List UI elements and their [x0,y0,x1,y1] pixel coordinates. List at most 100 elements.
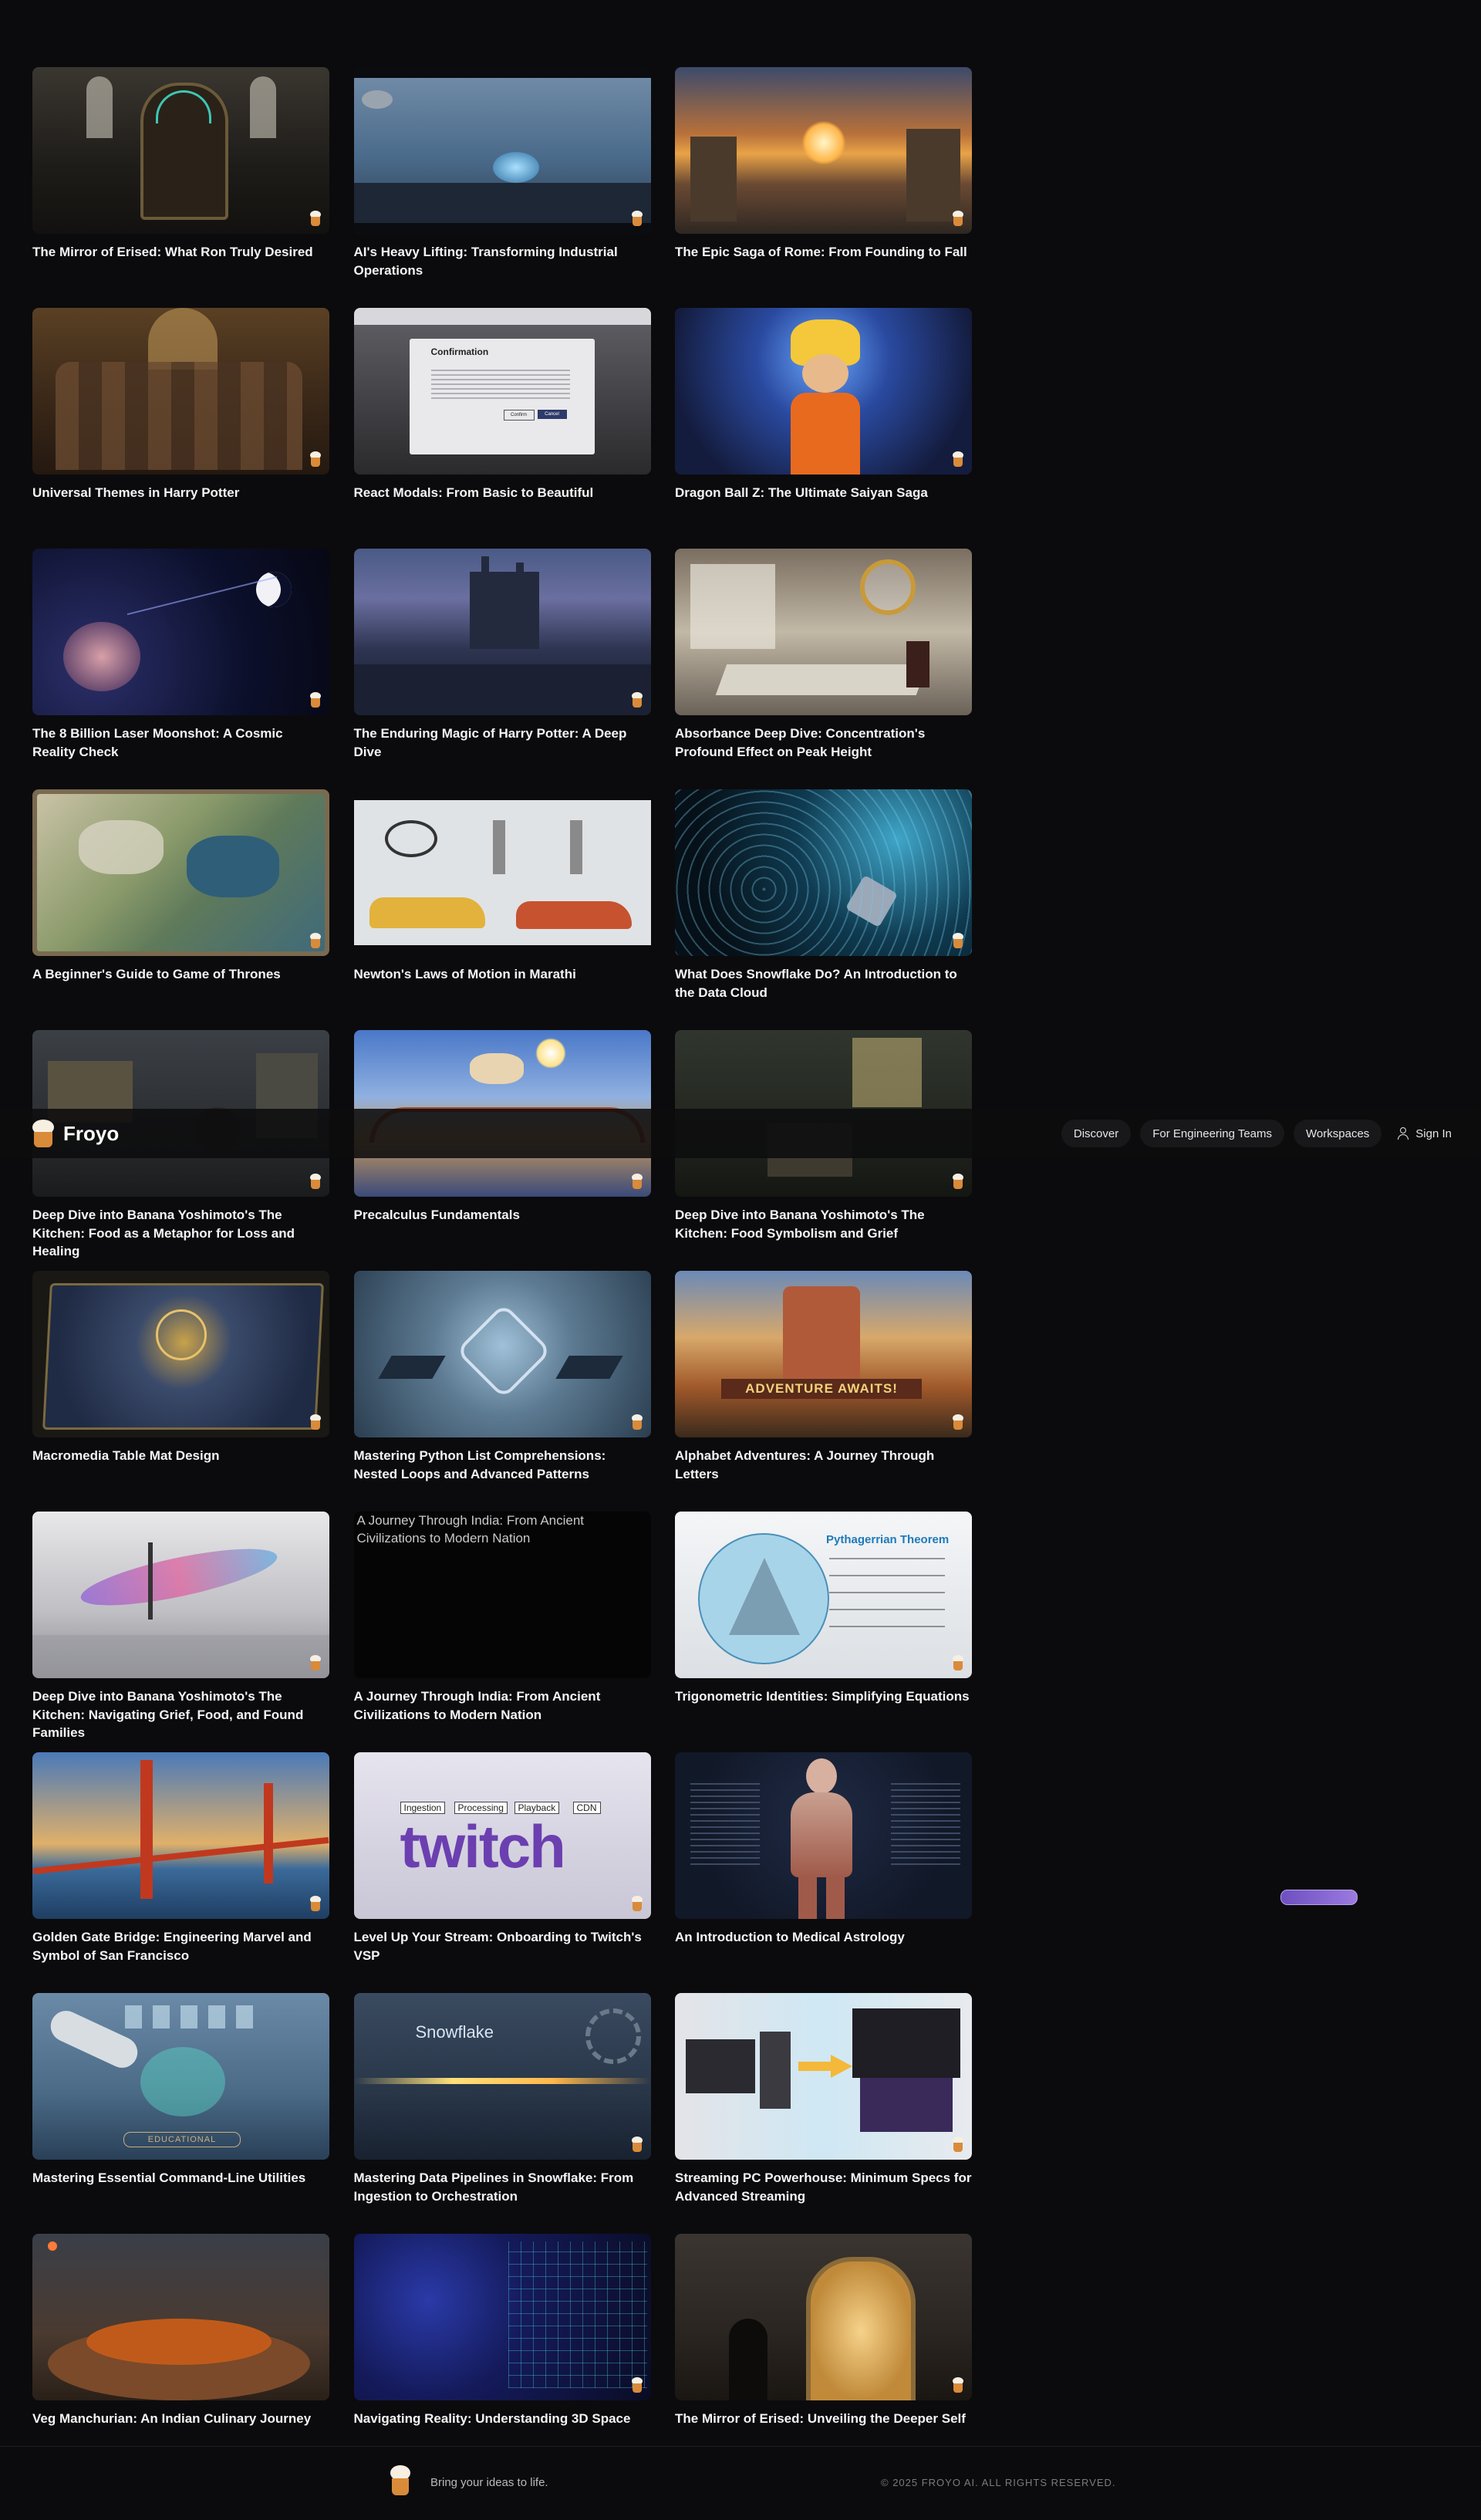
card-thumbnail [353,1271,651,1437]
card-title: Mastering Python List Comprehensions: Ne… [353,1448,606,1481]
card-title: Level Up Your Stream: Onboarding to Twit… [353,1930,642,1963]
card[interactable]: Mastering Python List Comprehensions: Ne… [353,1271,651,1512]
froyo-mascot-icon [952,451,964,467]
card[interactable]: What Does Snowflake Do? An Introduction … [675,789,972,1030]
froyo-mascot-icon [952,2377,964,2393]
card-thumbnail [32,1752,329,1919]
card[interactable]: Navigating Reality: Understanding 3D Spa… [353,2234,651,2474]
brand-link[interactable]: Froyo [31,1120,119,1147]
card[interactable]: Dragon Ball Z: The Ultimate Saiyan Saga [675,308,972,549]
card-thumbnail: Snowflake [353,1993,651,2160]
froyo-mascot-icon [631,2377,643,2393]
card-thumbnail [675,549,972,715]
card[interactable]: Snowflake Mastering Data Pipelines in Sn… [353,1993,651,2234]
card[interactable]: Macromedia Table Mat Design [32,1271,329,1512]
card[interactable]: The Mirror of Erised: What Ron Truly Des… [32,67,329,308]
footer-copyright: © 2025 FROYO AI. ALL RIGHTS RESERVED. [881,2477,1116,2488]
card-thumbnail: A Journey Through India: From Ancient Ci… [353,1512,651,1678]
modal-heading: Confirmation [430,346,489,357]
sign-in-button[interactable]: Sign In [1391,1127,1458,1140]
card[interactable]: A Beginner's Guide to Game of Thrones [32,789,329,1030]
main-nav: Discover For Engineering Teams Workspace… [1061,1120,1458,1147]
card[interactable]: Newton's Laws of Motion in Marathi [353,789,651,1030]
froyo-mascot-icon [631,1174,643,1189]
modal-cancel-button: Cancel [537,410,567,419]
froyo-mascot-icon [309,1655,322,1670]
card-title: An Introduction to Medical Astrology [675,1930,905,1944]
card[interactable]: Universal Themes in Harry Potter [32,308,329,549]
card[interactable]: EDUCATIONAL Mastering Essential Command-… [32,1993,329,2234]
brand-name: Froyo [63,1121,120,1145]
card[interactable]: Golden Gate Bridge: Engineering Marvel a… [32,1752,329,1993]
thumbnail-banner: ADVENTURE AWAITS! [721,1379,922,1399]
user-icon [1397,1127,1409,1140]
card[interactable]: The 8 Billion Laser Moonshot: A Cosmic R… [32,549,329,789]
card-title: The Mirror of Erised: What Ron Truly Des… [32,245,313,259]
card-title: AI's Heavy Lifting: Transforming Industr… [353,245,618,278]
card-thumbnail [675,308,972,475]
card[interactable]: Streaming PC Powerhouse: Minimum Specs f… [675,1993,972,2234]
froyo-mascot-icon [952,1414,964,1430]
card-thumbnail: Ingestion Processing Playback CDN twitch [353,1752,651,1919]
card-title: Alphabet Adventures: A Journey Through L… [675,1448,935,1481]
thumbnail-badge: EDUCATIONAL [123,2132,241,2147]
snowflake-logo: Snowflake [415,2022,494,2042]
card[interactable]: Pythagerrian Theorem Trigonometric Ident… [675,1512,972,1752]
card[interactable]: The Epic Saga of Rome: From Founding to … [675,67,972,308]
froyo-mascot-icon [309,1414,322,1430]
card-thumbnail [32,549,329,715]
froyo-mascot-icon [309,692,322,708]
card-thumbnail [32,1512,329,1678]
froyo-mascot-icon [952,1655,964,1670]
card-title: Mastering Data Pipelines in Snowflake: F… [353,2170,634,2204]
card[interactable]: Confirmation Confirm Cancel React Modals… [353,308,651,549]
card[interactable]: AI's Heavy Lifting: Transforming Industr… [353,67,651,308]
froyo-mascot-icon [309,933,322,948]
card[interactable]: The Enduring Magic of Harry Potter: A De… [353,549,651,789]
card[interactable]: ADVENTURE AWAITS! Alphabet Adventures: A… [675,1271,972,1512]
froyo-logo-icon [389,2465,412,2496]
card[interactable]: Absorbance Deep Dive: Concentration's Pr… [675,549,972,789]
card[interactable]: An Introduction to Medical Astrology [675,1752,972,1993]
card[interactable]: Veg Manchurian: An Indian Culinary Journ… [32,2234,329,2474]
nav-engineering-teams[interactable]: For Engineering Teams [1140,1120,1285,1147]
card-title: Streaming PC Powerhouse: Minimum Specs f… [675,2170,972,2204]
modal-confirm-button: Confirm [503,410,535,421]
card-thumbnail [353,789,651,956]
card-thumbnail [675,789,972,956]
card-thumbnail [675,67,972,234]
card[interactable]: Ingestion Processing Playback CDN twitch… [353,1752,651,1993]
froyo-mascot-icon [952,933,964,948]
card-thumbnail [353,2234,651,2400]
froyo-mascot-icon [309,211,322,226]
froyo-mascot-icon [309,1174,322,1189]
card-title: Newton's Laws of Motion in Marathi [353,967,576,981]
card[interactable]: The Mirror of Erised: Unveiling the Deep… [675,2234,972,2474]
card-title: Universal Themes in Harry Potter [32,485,240,500]
card-thumbnail [353,549,651,715]
floating-widget[interactable] [1280,1890,1358,1905]
froyo-mascot-icon [952,2137,964,2152]
card-thumbnail: ADVENTURE AWAITS! [675,1271,972,1437]
froyo-mascot-icon [631,2137,643,2152]
card-title: Veg Manchurian: An Indian Culinary Journ… [32,2411,312,2426]
card-title: Deep Dive into Banana Yoshimoto's The Ki… [32,1208,295,1258]
card-title: Precalculus Fundamentals [353,1208,520,1222]
pipeline-label: CDN [572,1802,601,1814]
thumbnail-heading: Pythagerrian Theorem [826,1533,950,1546]
card-title: Golden Gate Bridge: Engineering Marvel a… [32,1930,312,1963]
froyo-logo-icon [31,1120,56,1147]
card[interactable]: A Journey Through India: From Ancient Ci… [353,1512,651,1752]
card[interactable]: Deep Dive into Banana Yoshimoto's The Ki… [32,1512,329,1752]
nav-discover[interactable]: Discover [1061,1120,1132,1147]
froyo-mascot-icon [309,451,322,467]
card-title: The Epic Saga of Rome: From Founding to … [675,245,967,259]
card-thumbnail [675,1993,972,2160]
card-grid: The Mirror of Erised: What Ron Truly Des… [32,67,972,2474]
froyo-mascot-icon [631,1414,643,1430]
card-thumbnail [353,67,651,234]
card-title: Trigonometric Identities: Simplifying Eq… [675,1689,970,1704]
nav-workspaces[interactable]: Workspaces [1294,1120,1382,1147]
card-title: A Journey Through India: From Ancient Ci… [353,1689,601,1722]
card-thumbnail [32,1271,329,1437]
